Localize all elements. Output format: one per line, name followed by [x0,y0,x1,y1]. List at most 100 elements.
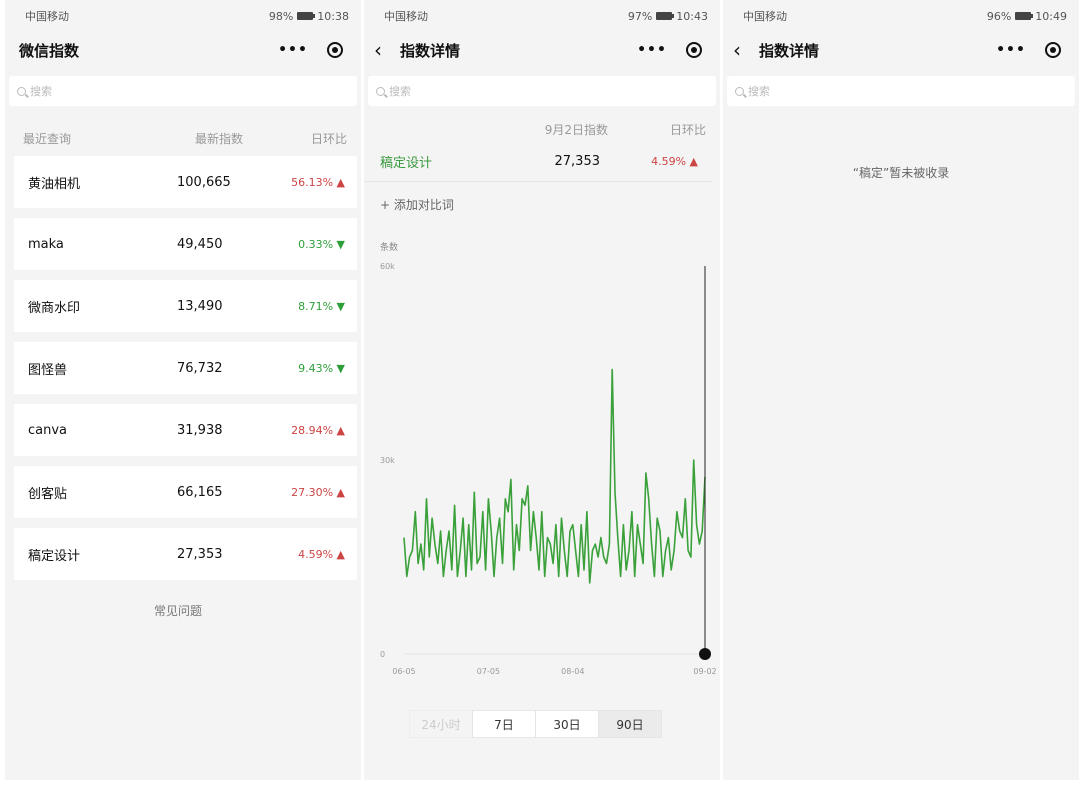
up-arrow-icon: ▲ [336,423,345,437]
query-change: 8.71% ▼ [298,299,345,313]
screen-index-detail: 中国移动 97% 10:43 ‹ 指数详情 ••• 搜索 9月2日指数 日环比 … [364,0,720,780]
search-placeholder: 搜索 [389,85,411,98]
query-value: 31,938 [177,422,223,438]
close-miniprogram-button[interactable] [315,42,355,58]
miniprogram-capsule: ••• [630,36,714,64]
keyword-name: 稿定设计 [380,156,433,171]
faq-link[interactable]: 常见问题 [5,602,361,619]
query-value: 76,732 [177,360,223,376]
up-arrow-icon: ▲ [336,175,345,189]
search-input[interactable]: 搜索 [9,76,357,106]
list-header: 最近查询 最新指数 日环比 [5,126,361,150]
y-axis-label: 条数 [380,241,398,253]
status-bar: 中国移动 97% 10:43 [364,0,720,32]
down-arrow-icon: ▼ [336,299,345,313]
carrier-label: 中国移动 [25,10,69,23]
back-icon[interactable]: ‹ [374,38,396,62]
battery-icon [1015,12,1034,20]
query-row[interactable]: 黄油相机 100,665 56.13% ▲ [14,156,357,208]
screen-not-indexed: 中国移动 96% 10:49 ‹ 指数详情 ••• 搜索 “稿定”暂未被收录 [723,0,1079,780]
miniprogram-capsule: ••• [271,36,355,64]
battery-text: 97% [627,9,653,23]
search-input[interactable]: 搜索 [368,76,716,106]
nav-bar: ‹ 指数详情 ••• [723,32,1079,68]
x-tick-label: 08-04 [561,667,584,676]
query-row[interactable]: canva 31,938 28.94% ▲ [14,404,357,456]
query-value: 13,490 [177,298,223,314]
clock: 10:49 [1035,9,1067,23]
query-value: 66,165 [177,484,223,500]
range-tab: 24小时 [409,710,473,738]
battery-icon [297,12,316,20]
range-tab[interactable]: 7日 [472,710,536,738]
clock: 10:43 [676,9,708,23]
query-row[interactable]: maka 49,450 0.33% ▼ [14,218,357,270]
more-icon[interactable]: ••• [989,42,1033,58]
index-chart: 条数 60k 30k 0 06-05 07-05 08-04 09-02 [364,236,720,686]
search-icon [17,86,26,96]
y-tick-label: 30k [380,456,395,465]
keyword-value: 27,353 [554,154,601,169]
y-tick-label: 60k [380,262,395,271]
query-row[interactable]: 创客贴 66,165 27.30% ▲ [14,466,357,518]
page-title: 指数详情 [759,41,820,60]
query-name: 图怪兽 [28,362,68,378]
more-icon[interactable]: ••• [271,42,315,58]
query-row[interactable]: 稿定设计 27,353 4.59% ▲ [14,528,357,580]
clock: 10:38 [317,9,349,23]
day-change-header: 日环比 [669,122,706,137]
query-name: maka [28,236,64,252]
query-name: 稿定设计 [28,548,81,564]
battery-text: 98% [268,9,294,23]
query-change: 56.13% ▲ [291,175,345,189]
up-arrow-icon: ▲ [336,547,345,561]
latest-index-header: 最新指数 [195,131,244,146]
nav-bar: ‹ 指数详情 ••• [364,32,720,68]
query-change: 27.30% ▲ [291,485,345,499]
back-icon[interactable]: ‹ [733,38,755,62]
day-change-header: 日环比 [310,131,347,146]
nav-bar: 微信指数 ••• [5,32,361,68]
target-icon [1045,42,1061,58]
query-name: canva [28,422,68,438]
x-tick-label: 09-02 [693,667,716,676]
range-tabs: 24小时 7日 30日 90日 [409,710,662,738]
page-title: 微信指数 [19,41,80,60]
status-bar: 中国移动 98% 10:38 [5,0,361,32]
battery-icon [656,12,675,20]
add-compare-button[interactable]: + 添加对比词 [364,196,720,213]
page-title: 指数详情 [400,41,461,60]
close-miniprogram-button[interactable] [674,42,714,58]
battery-text: 96% [986,9,1012,23]
search-placeholder: 搜索 [748,85,770,98]
query-change: 0.33% ▼ [298,237,345,251]
query-change: 4.59% ▲ [298,547,345,561]
range-tab[interactable]: 90日 [598,710,662,738]
up-arrow-icon: ▲ [689,155,698,168]
status-bar: 中国移动 96% 10:49 [723,0,1079,32]
down-arrow-icon: ▼ [336,361,345,375]
query-name: 微商水印 [28,300,81,316]
recent-query-list: 黄油相机 100,665 56.13% ▲ maka 49,450 0.33% ▼ 微商水印… [5,156,361,580]
carrier-label: 中国移动 [743,10,787,23]
search-input[interactable]: 搜索 [727,76,1075,106]
query-value: 100,665 [177,174,231,190]
query-value: 49,450 [177,236,223,252]
more-icon[interactable]: ••• [630,42,674,58]
miniprogram-capsule: ••• [989,36,1073,64]
query-row[interactable]: 微商水印 13,490 8.71% ▼ [14,280,357,332]
query-row[interactable]: 图怪兽 76,732 9.43% ▼ [14,342,357,394]
close-miniprogram-button[interactable] [1033,42,1073,58]
date-index-header: 9月2日指数 [544,122,608,137]
x-tick-label: 06-05 [392,667,415,676]
recent-query-header: 最近查询 [23,131,72,146]
keyword-row[interactable]: 稿定设计 27,353 4.59% ▲ [364,142,712,182]
up-arrow-icon: ▲ [336,485,345,499]
empty-message: “稿定”暂未被收录 [852,166,950,180]
range-tab[interactable]: 30日 [535,710,599,738]
series-line [403,368,706,584]
index-line-chart: 条数 60k 30k 0 06-05 07-05 08-04 09-02 [380,241,717,676]
search-placeholder: 搜索 [30,85,52,98]
down-arrow-icon: ▼ [336,237,345,251]
screen-wechat-index: 中国移动 98% 10:38 微信指数 ••• 搜索 最近查询 最新指数 日环比… [5,0,361,780]
